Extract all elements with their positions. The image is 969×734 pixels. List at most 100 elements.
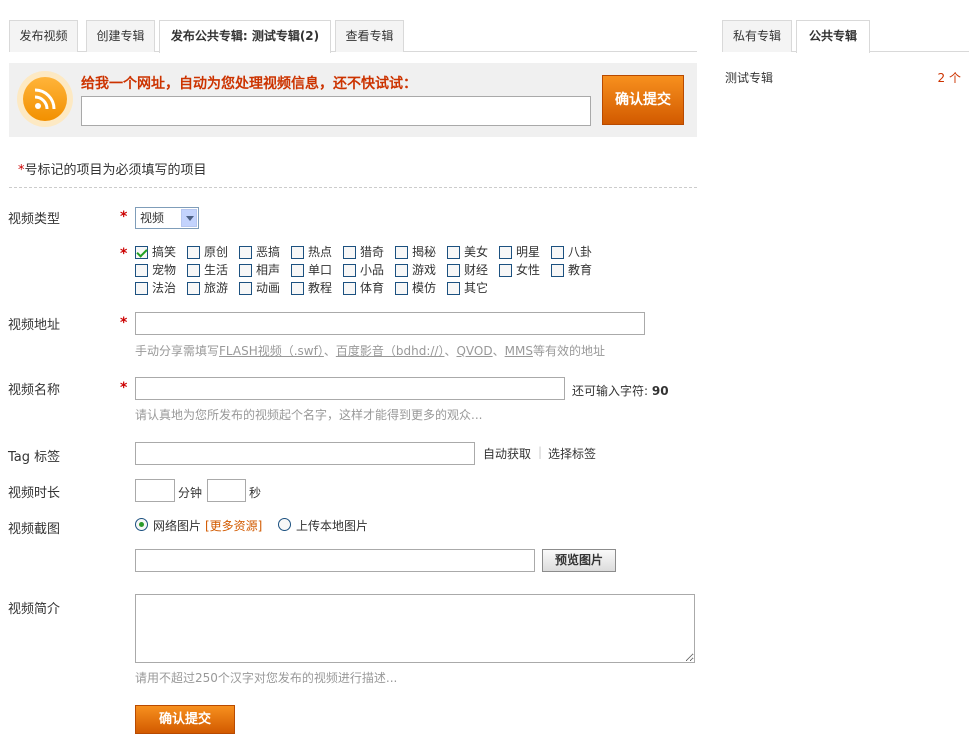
more-resources-link[interactable]: [更多资源] [205,517,262,534]
tab-private-album[interactable]: 私有专辑 [722,20,792,52]
description-textarea[interactable] [135,594,695,663]
category-label: 热点 [308,245,333,259]
tab-publish-video[interactable]: 发布视频 [9,20,78,52]
chevron-down-icon[interactable] [181,209,197,227]
checkbox[interactable] [135,246,148,259]
sidebar-album-item[interactable]: 测试专辑 2 个 [725,69,961,86]
hint-qvod-link[interactable]: QVOD [456,344,492,358]
radio-upload-image[interactable] [278,518,291,531]
checkbox[interactable] [499,264,512,277]
category-label: 模仿 [412,281,437,295]
checkbox[interactable] [239,264,252,277]
category-label: 体育 [360,281,385,295]
required-note: *号标记的项目为必须填写的项目 [18,159,207,178]
checkbox[interactable] [239,282,252,295]
duration-seconds-input[interactable] [207,479,246,502]
video-type-label: 视频类型 [8,212,61,227]
screenshot-url-input[interactable] [135,549,535,572]
checkbox[interactable] [291,282,304,295]
category-label: 猎奇 [360,245,385,259]
checkbox[interactable] [187,282,200,295]
tab-public-album[interactable]: 公共专辑 [796,20,870,53]
checkbox[interactable] [343,264,356,277]
category-label: 相声 [256,263,281,277]
radio-upload-image-label[interactable]: 上传本地图片 [296,517,368,534]
checkbox[interactable] [499,246,512,259]
auto-submit-panel: 给我一个网址，自动为您处理视频信息，还不快试试： 确认提交 [9,63,697,137]
video-name-label: 视频名称 [8,383,61,398]
video-type-select[interactable]: 视频 [135,207,199,229]
checkbox[interactable] [447,282,460,295]
radio-web-image[interactable] [135,518,148,531]
checkbox[interactable] [395,282,408,295]
checkbox[interactable] [291,246,304,259]
auto-url-input[interactable] [81,96,591,126]
category-label: 宠物 [152,263,177,277]
video-url-label: 视频地址 [8,318,61,333]
sidebar-tabs: 私有专辑 公共专辑 [722,20,969,53]
duration-minutes-input[interactable] [135,479,175,502]
category-label: 生活 [204,263,229,277]
checkbox[interactable] [135,282,148,295]
video-url-hint: 手动分享需填写FLASH视频（.swf）、百度影音（bdhd://）、QVOD、… [135,342,605,359]
tab-view-album[interactable]: 查看专辑 [335,20,404,52]
tag-input[interactable] [135,442,475,465]
hint-prefix: 手动分享需填写 [135,344,220,358]
video-name-hint: 请认真地为您所发布的视频起个名字，这样才能得到更多的观众... [135,408,483,422]
checkbox[interactable] [343,282,356,295]
name-char-counter: 还可输入字符: 90 [572,382,669,399]
category-label: 财经 [464,263,489,277]
checkbox[interactable] [187,246,200,259]
sidebar-album-name[interactable]: 测试专辑 [725,71,773,85]
radio-web-image-label[interactable]: 网络图片 [153,517,201,534]
hint-mms-link[interactable]: MMS [505,344,533,358]
counter-text: 还可输入字符: [572,384,652,398]
hint-flash-link[interactable]: FLASH视频（.swf） [219,344,324,358]
category-label: 单口 [308,263,333,277]
counter-value: 90 [651,384,669,398]
video-type-value: 视频 [140,211,165,225]
category-label: 其它 [464,281,489,295]
tab-publish-public-album[interactable]: 发布公共专辑: 测试专辑(2) [159,20,331,53]
checkbox[interactable] [447,264,460,277]
checkbox[interactable] [291,264,304,277]
checkbox[interactable] [135,264,148,277]
category-label: 搞笑 [152,245,177,259]
required-star: * [120,246,128,262]
checkbox[interactable] [447,246,460,259]
required-note-text: 号标记的项目为必须填写的项目 [24,163,207,178]
hint-suffix: 等有效的地址 [532,344,605,358]
checkbox[interactable] [239,246,252,259]
category-label: 动画 [256,281,281,295]
checkbox[interactable] [343,246,356,259]
checkbox[interactable] [395,246,408,259]
checkbox[interactable] [551,264,564,277]
divider [9,187,697,188]
auto-submit-button[interactable]: 确认提交 [602,75,684,125]
required-star: * [120,315,128,331]
category-label: 女性 [516,263,541,277]
seconds-unit: 秒 [249,486,262,500]
hint-baidu-link[interactable]: 百度影音（bdhd://） [336,344,445,358]
checkbox[interactable] [187,264,200,277]
tab-create-album[interactable]: 创建专辑 [86,20,155,52]
category-label: 游戏 [412,263,437,277]
category-label: 旅游 [204,281,229,295]
hint-sep: 、 [492,344,505,358]
category-label: 八卦 [568,245,593,259]
checkbox[interactable] [551,246,564,259]
submit-button[interactable]: 确认提交 [135,705,235,734]
hint-sep: 、 [323,344,336,358]
category-label: 法治 [152,281,177,295]
duration-label: 视频时长 [8,486,61,501]
preview-image-button[interactable]: 预览图片 [542,549,616,572]
video-name-input[interactable] [135,377,565,400]
tag-label: Tag 标签 [8,450,61,465]
video-url-input[interactable] [135,312,645,335]
tag-choose-link[interactable]: 选择标签 [548,445,596,462]
description-label: 视频简介 [8,602,61,617]
checkbox[interactable] [395,264,408,277]
hint-sep: 、 [444,344,457,358]
auto-submit-prompt: 给我一个网址，自动为您处理视频信息，还不快试试： [81,76,417,92]
tag-auto-link[interactable]: 自动获取 [483,445,531,462]
